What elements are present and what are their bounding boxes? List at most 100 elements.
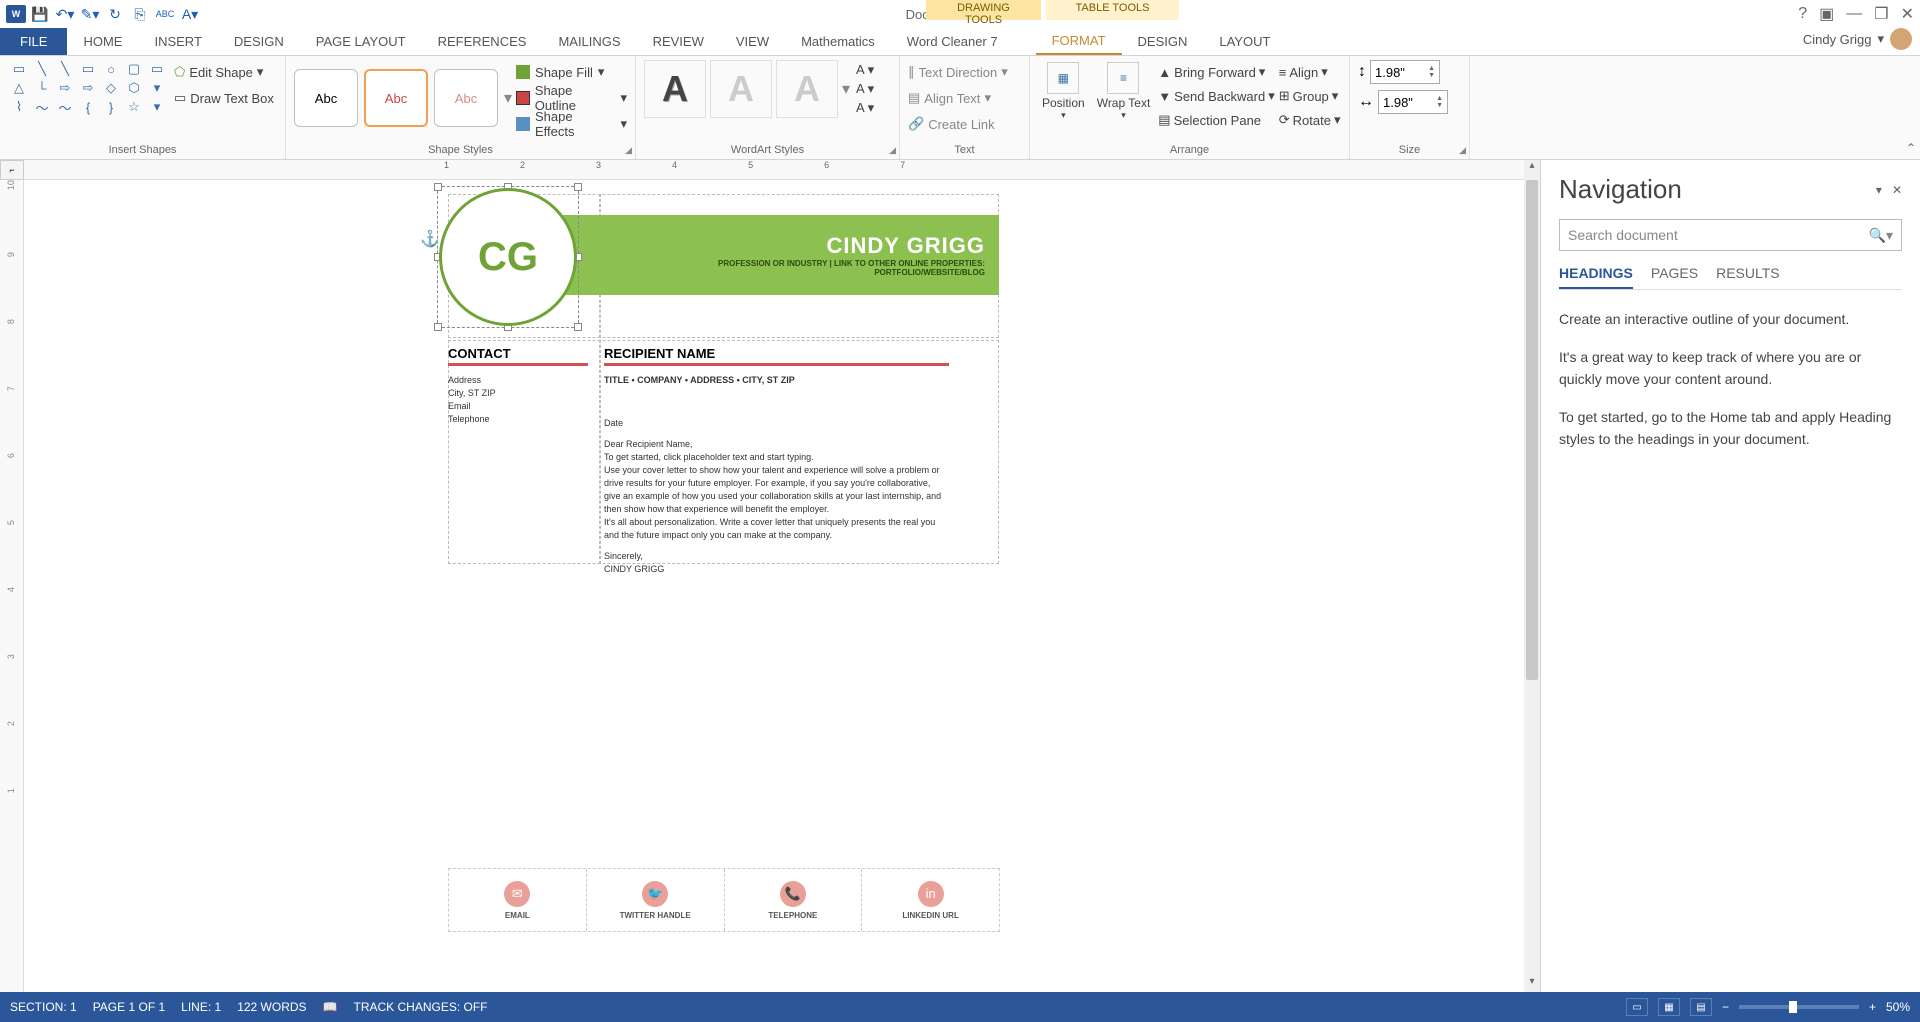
formatting-button[interactable]: ✎▾ (79, 3, 101, 25)
restore-icon[interactable]: ❐ (1874, 4, 1888, 24)
shape-outline-button[interactable]: Shape Outline ▾ (516, 86, 627, 110)
more-shape-icon[interactable]: ▾ (146, 79, 168, 97)
send-backward-button[interactable]: ▼ Send Backward ▾ (1158, 84, 1274, 108)
shape-styles-launcher-icon[interactable]: ◢ (625, 145, 632, 156)
tab-mailings[interactable]: MAILINGS (542, 28, 636, 55)
hex-shape-icon[interactable]: ⬡ (123, 79, 145, 97)
tab-format[interactable]: FORMAT (1036, 28, 1122, 55)
brace2-shape-icon[interactable]: } (100, 98, 122, 116)
diamond-shape-icon[interactable]: ◇ (100, 79, 122, 97)
resize-handle-sw[interactable] (434, 323, 442, 331)
curve-shape-icon[interactable]: 〜 (31, 98, 53, 116)
minimize-icon[interactable]: — (1846, 5, 1862, 23)
elbow-shape-icon[interactable]: └ (31, 79, 53, 97)
draw-text-box-button[interactable]: ▭Draw Text Box (174, 86, 274, 110)
size-launcher-icon[interactable]: ◢ (1459, 145, 1466, 156)
collapse-ribbon-icon[interactable]: ⌃ (1906, 141, 1916, 155)
scroll-thumb[interactable] (1526, 180, 1538, 680)
selection-pane-button[interactable]: ▤ Selection Pane (1158, 108, 1274, 132)
style-preset-3[interactable]: Abc (434, 69, 498, 127)
text-direction-button[interactable]: ∥ Text Direction ▾ (908, 60, 1021, 84)
wordart-preset-3[interactable]: A (776, 60, 838, 118)
zoom-slider[interactable] (1739, 1005, 1859, 1009)
resize-handle-nw[interactable] (434, 183, 442, 191)
tab-insert[interactable]: INSERT (138, 28, 217, 55)
help-icon[interactable]: ? (1798, 5, 1807, 23)
wordart-gallery[interactable]: A A A ▾ (644, 60, 850, 118)
web-layout-button[interactable]: ▤ (1690, 998, 1712, 1016)
user-account[interactable]: Cindy Grigg▾ (1803, 28, 1912, 50)
document-canvas[interactable]: CINDY GRIGG PROFESSION OR INDUSTRY | LIN… (24, 180, 1525, 992)
horizontal-ruler[interactable]: 1234567 (24, 160, 1525, 180)
vertical-scrollbar[interactable]: ▴ ▾ (1524, 160, 1540, 992)
status-track-changes[interactable]: TRACK CHANGES: OFF (354, 1000, 488, 1014)
tab-page-layout[interactable]: PAGE LAYOUT (300, 28, 422, 55)
nav-close-icon[interactable]: ✕ (1892, 183, 1902, 197)
nav-dropdown-icon[interactable]: ▾ (1876, 183, 1882, 197)
anchor-icon[interactable]: ⚓ (420, 229, 440, 249)
zoom-in-button[interactable]: + (1869, 1000, 1876, 1014)
create-link-button[interactable]: 🔗 Create Link (908, 112, 1021, 136)
tab-word-cleaner[interactable]: Word Cleaner 7 (891, 28, 1014, 55)
ribbon-display-icon[interactable]: ▣ (1819, 4, 1834, 24)
text-effects-button[interactable]: A ▾ (856, 100, 874, 116)
shape-fill-button[interactable]: Shape Fill ▾ (516, 60, 627, 84)
style-preset-2[interactable]: Abc (364, 69, 428, 127)
line-arrow-shape-icon[interactable]: ╲ (54, 60, 76, 78)
initials-circle[interactable]: CG (439, 188, 577, 326)
overflow-shape-icon[interactable]: ▾ (146, 98, 168, 116)
width-field[interactable]: ↔ 1.98"▲▼ (1358, 90, 1461, 114)
rect2-shape-icon[interactable]: ▭ (146, 60, 168, 78)
status-page[interactable]: PAGE 1 OF 1 (93, 1000, 165, 1014)
arrow-shape-icon[interactable]: ⇨ (54, 79, 76, 97)
zoom-level[interactable]: 50% (1886, 1000, 1910, 1014)
edit-shape-button[interactable]: ⬠Edit Shape ▾ (174, 60, 274, 84)
brace-shape-icon[interactable]: { (77, 98, 99, 116)
wordart-preset-2[interactable]: A (710, 60, 772, 118)
print-layout-button[interactable]: ▦ (1658, 998, 1680, 1016)
nav-tab-results[interactable]: RESULTS (1716, 265, 1780, 289)
rrect-shape-icon[interactable]: ▢ (123, 60, 145, 78)
shape-effects-button[interactable]: Shape Effects ▾ (516, 112, 627, 136)
redo-button[interactable]: ↻ (104, 3, 126, 25)
tab-references[interactable]: REFERENCES (422, 28, 543, 55)
scroll-up-icon[interactable]: ▴ (1524, 160, 1540, 176)
text-outline-button[interactable]: A ▾ (856, 81, 874, 97)
group-button[interactable]: ⊞ Group ▾ (1279, 84, 1341, 108)
repeat-button[interactable]: ⎘ (129, 3, 151, 25)
tab-review[interactable]: REVIEW (637, 28, 720, 55)
shape-style-gallery[interactable]: Abc Abc Abc ▾ (294, 69, 512, 127)
arrow2-shape-icon[interactable]: ⇨ (77, 79, 99, 97)
gallery-more-icon[interactable]: ▾ (504, 88, 512, 108)
style-preset-1[interactable]: Abc (294, 69, 358, 127)
zoom-thumb[interactable] (1789, 1001, 1797, 1013)
spell-button[interactable]: ABC (154, 3, 176, 25)
font-button[interactable]: A▾ (179, 3, 201, 25)
oval-shape-icon[interactable]: ○ (100, 60, 122, 78)
star-shape-icon[interactable]: ☆ (123, 98, 145, 116)
wordart-more-icon[interactable]: ▾ (842, 79, 850, 99)
text-fill-button[interactable]: A ▾ (856, 62, 874, 78)
position-button[interactable]: ▦ Position▾ (1038, 60, 1089, 132)
textbox-shape-icon[interactable]: ▭ (8, 60, 30, 78)
nav-tab-pages[interactable]: PAGES (1651, 265, 1698, 289)
undo-button[interactable]: ↶▾ (54, 3, 76, 25)
tab-view[interactable]: VIEW (720, 28, 785, 55)
align-text-button[interactable]: ▤ Align Text ▾ (908, 86, 1021, 110)
vertical-ruler[interactable]: 12345678910 (0, 180, 24, 992)
scroll-down-icon[interactable]: ▾ (1524, 976, 1540, 992)
connector-shape-icon[interactable]: ⌇ (8, 98, 30, 116)
save-button[interactable]: 💾 (29, 3, 51, 25)
proofing-icon[interactable]: 📖 (323, 1000, 338, 1014)
search-input[interactable]: Search document 🔍▾ (1559, 219, 1902, 251)
ruler-corner[interactable]: ⌐ (0, 160, 24, 180)
rect-shape-icon[interactable]: ▭ (77, 60, 99, 78)
bring-forward-button[interactable]: ▲ Bring Forward ▾ (1158, 60, 1274, 84)
resize-handle-ne[interactable] (574, 183, 582, 191)
resize-handle-se[interactable] (574, 323, 582, 331)
tab-table-design[interactable]: DESIGN (1122, 28, 1204, 55)
curve2-shape-icon[interactable]: 〜 (54, 98, 76, 116)
wordart-launcher-icon[interactable]: ◢ (889, 145, 896, 156)
align-button[interactable]: ≡ Align ▾ (1279, 60, 1341, 84)
tab-design[interactable]: DESIGN (218, 28, 300, 55)
